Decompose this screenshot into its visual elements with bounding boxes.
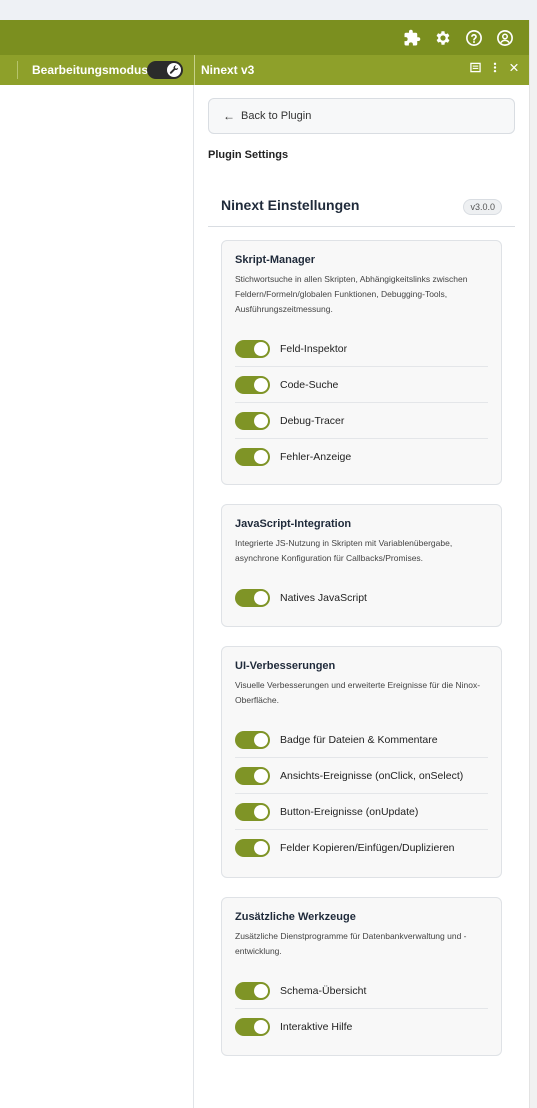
toggle-switch[interactable] (235, 1018, 270, 1036)
left-pane (0, 85, 194, 1108)
section-description: Visuelle Verbesserungen und erweiterte E… (235, 680, 481, 705)
setting-row: Fehler-Anzeige (235, 439, 488, 475)
section-description: Integrierte JS-Nutzung in Skripten mit V… (235, 538, 453, 563)
wrench-icon (167, 63, 181, 77)
user-icon[interactable] (494, 27, 515, 48)
divider (17, 61, 18, 79)
version-badge: v3.0.0 (463, 199, 502, 215)
setting-label: Natives JavaScript (280, 592, 367, 604)
setting-row: Feld-Inspektor (235, 331, 488, 367)
window-icon[interactable] (470, 62, 481, 76)
section-card-tools: Zusätzliche Werkzeuge Zusätzliche Dienst… (221, 897, 502, 1056)
toggle-switch[interactable] (235, 411, 270, 430)
arrow-left-icon: ← (223, 109, 235, 123)
section-title: UI-Verbesserungen (235, 660, 336, 672)
browser-top-strip (0, 0, 537, 20)
setting-label: Debug-Tracer (280, 414, 345, 427)
setting-row: Debug-Tracer (235, 403, 488, 439)
back-to-plugin-button[interactable]: ← Back to Plugin (208, 98, 515, 134)
plugin-panel: ← Back to Plugin Plugin Settings Ninext … (195, 85, 529, 1108)
setting-row: Ansichts-Ereignisse (onClick, onSelect) (235, 758, 488, 794)
edit-mode-bar: Bearbeitungsmodus Ninext v3 (0, 55, 537, 85)
setting-row: Schema-Übersicht (235, 973, 488, 1009)
section-description: Stichwortsuche in allen Skripten, Abhäng… (235, 274, 468, 314)
toggle-switch[interactable] (235, 766, 270, 785)
setting-row: Natives JavaScript (235, 580, 488, 616)
toggle-switch[interactable] (235, 375, 270, 394)
panel-divider (194, 55, 195, 85)
scrollbar[interactable] (529, 20, 537, 1108)
setting-label: Interaktive Hilfe (280, 1021, 353, 1033)
ninext-header: Ninext Einstellungen v3.0.0 (208, 185, 515, 227)
setting-row: Interaktive Hilfe (235, 1009, 488, 1045)
setting-label: Badge für Dateien & Kommentare (280, 733, 438, 746)
toggle-switch[interactable] (235, 589, 270, 607)
more-icon[interactable] (493, 62, 497, 76)
section-description: Zusätzliche Dienstprogramme für Datenban… (235, 931, 467, 956)
section-title: Skript-Manager (235, 254, 316, 266)
ninext-title: Ninext Einstellungen (221, 197, 360, 213)
section-title: Zusätzliche Werkzeuge (235, 911, 356, 923)
panel-title: Ninext v3 (201, 63, 255, 77)
edit-mode-toggle[interactable] (147, 61, 183, 79)
setting-row: Code-Suche (235, 367, 488, 403)
setting-label: Code-Suche (280, 378, 339, 391)
toggle-switch[interactable] (235, 839, 270, 857)
app-topbar (0, 20, 537, 55)
setting-label: Feld-Inspektor (280, 342, 348, 355)
puzzle-icon[interactable] (401, 27, 422, 48)
section-title: JavaScript-Integration (235, 518, 352, 530)
setting-label: Schema-Übersicht (280, 984, 367, 997)
help-icon[interactable] (463, 27, 484, 48)
setting-label: Fehler-Anzeige (280, 451, 352, 463)
section-card-javascript: JavaScript-Integration Integrierte JS-Nu… (221, 504, 502, 627)
close-icon[interactable] (509, 62, 519, 76)
setting-label: Button-Ereignisse (onUpdate) (280, 805, 419, 818)
gear-icon[interactable] (432, 27, 453, 48)
setting-label: Felder Kopieren/Einfügen/Duplizieren (280, 842, 455, 854)
back-label: Back to Plugin (241, 110, 312, 122)
toggle-switch[interactable] (235, 730, 270, 749)
toggle-switch[interactable] (235, 448, 270, 466)
toggle-switch[interactable] (235, 339, 270, 358)
setting-row: Badge für Dateien & Kommentare (235, 722, 488, 758)
setting-row: Felder Kopieren/Einfügen/Duplizieren (235, 830, 488, 866)
section-card-ui: UI-Verbesserungen Visuelle Verbesserunge… (221, 646, 502, 878)
section-card-skript-manager: Skript-Manager Stichwortsuche in allen S… (221, 240, 502, 485)
plugin-settings-heading: Plugin Settings (208, 149, 289, 161)
toggle-switch[interactable] (235, 981, 270, 1000)
setting-row: Button-Ereignisse (onUpdate) (235, 794, 488, 830)
edit-mode-label: Bearbeitungsmodus (32, 63, 149, 77)
setting-label: Ansichts-Ereignisse (onClick, onSelect) (280, 769, 464, 782)
toggle-switch[interactable] (235, 802, 270, 821)
